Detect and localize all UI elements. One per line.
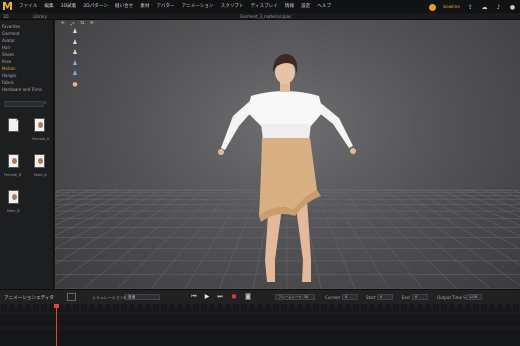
start-label: Start <box>366 295 376 300</box>
menu-settings[interactable]: 設定 <box>301 3 310 11</box>
category-avatar[interactable]: Avatar <box>2 37 52 44</box>
file-thumbnail-male-b[interactable] <box>8 190 19 204</box>
go-to-start-icon[interactable]: ⏮ <box>190 293 198 301</box>
move-tool-icon[interactable]: ✛ <box>61 21 65 27</box>
file-label-male-a: Male_A <box>34 173 47 177</box>
user-name[interactable]: bowline <box>443 5 460 10</box>
timeline-ruler <box>0 304 520 329</box>
category-hanger[interactable]: Hanger <box>2 72 52 79</box>
start-field[interactable]: 0 <box>377 294 393 300</box>
frame-rate-select[interactable]: フレームレート: 30 <box>275 294 315 300</box>
current-field[interactable]: 0 <box>342 294 358 300</box>
category-list: Favorites Garment Avatar Hair Shoes Pose… <box>2 23 52 93</box>
search-icon[interactable]: ⌕ <box>44 100 47 106</box>
library-search-input[interactable] <box>4 101 44 107</box>
menu-help[interactable]: ヘルプ <box>317 3 331 11</box>
category-pose[interactable]: Pose <box>2 58 52 65</box>
menu-2d-pattern[interactable]: 2Dパターン <box>83 3 108 11</box>
simulation-quality-select[interactable]: 普通 <box>125 294 160 300</box>
menu-display[interactable]: ディスプレイ <box>251 3 278 11</box>
library-label[interactable]: Library <box>33 14 47 19</box>
time-step-field[interactable]: 1.00 <box>466 294 482 300</box>
display-tool-strip: ♟ ♟ ♟ ♟ ♟ ● <box>71 28 81 88</box>
category-motion[interactable]: Motion <box>2 65 52 72</box>
xray-icon[interactable]: ♟ <box>71 70 79 78</box>
speaker-icon[interactable]: ♪ <box>495 4 502 11</box>
category-favorites[interactable]: Favorites <box>2 23 52 30</box>
skin-display-icon[interactable]: ● <box>71 81 79 89</box>
menu-sewing[interactable]: 縫い合せ <box>115 3 133 11</box>
menu-file[interactable]: ファイル <box>19 3 37 11</box>
timeline[interactable] <box>0 304 520 346</box>
3d-viewport[interactable]: ✛ ⤢ ⇆ ⟳ <box>55 20 520 289</box>
category-shoes[interactable]: Shoes <box>2 51 52 58</box>
main-menu: ファイル 編集 3D試着 2Dパターン 縫い合せ 素材 アバター アニメーション… <box>19 3 331 11</box>
rotate-tool-icon[interactable]: ⟳ <box>90 21 94 27</box>
file-label-female-b: Female_B <box>4 173 22 177</box>
sub-bar: 3D Library Garment_3_material.zpac <box>0 13 520 20</box>
camera-icon[interactable]: ◙ <box>244 293 252 301</box>
category-fabric[interactable]: Fabric <box>2 79 52 86</box>
avatar-display-icon[interactable]: ♟ <box>71 28 79 36</box>
go-to-end-icon[interactable]: ⏭ <box>216 293 224 301</box>
user-icon[interactable]: ● <box>509 4 516 11</box>
animation-editor-header: アニメーションエディタ シミュレーション精度 普通 ⏮ ▶ ⏭ ● ◙ フレーム… <box>0 289 520 304</box>
menu-animation[interactable]: アニメーション <box>182 3 214 11</box>
file-label-male-b: Male_B <box>7 209 20 213</box>
file-title: Garment_3_material.zpac <box>240 14 292 19</box>
menu-avatar[interactable]: アバター <box>156 3 174 11</box>
category-hair[interactable]: Hair <box>2 44 52 51</box>
cloud-icon[interactable]: ☁ <box>481 4 488 11</box>
file-thumbnail-male-a[interactable] <box>34 154 45 168</box>
user-area: bowline ⇪ ☁ ♪ ● <box>429 2 516 12</box>
category-hardware-trims[interactable]: Hardware and Trims <box>2 86 52 93</box>
library-panel: Favorites Garment Avatar Hair Shoes Pose… <box>0 20 54 290</box>
menu-3d-garment[interactable]: 3D試着 <box>61 3 77 11</box>
record-settings-icon[interactable] <box>67 293 76 301</box>
file-thumbnail-female-b[interactable] <box>8 154 19 168</box>
record-icon[interactable]: ● <box>230 293 238 301</box>
menu-script[interactable]: スクリプト <box>221 3 244 11</box>
view-mode-label[interactable]: 3D <box>3 14 9 19</box>
flip-tool-icon[interactable]: ⇆ <box>80 21 84 27</box>
current-label: Current <box>325 295 341 300</box>
menu-info[interactable]: 情報 <box>285 3 294 11</box>
menu-bar: M ファイル 編集 3D試着 2Dパターン 縫い合せ 素材 アバター アニメーシ… <box>0 0 520 13</box>
play-icon[interactable]: ▶ <box>203 293 211 301</box>
scale-tool-icon[interactable]: ⤢ <box>71 21 75 27</box>
garment-display-icon[interactable]: ♟ <box>71 39 79 47</box>
end-field[interactable]: 0 <box>412 294 428 300</box>
category-garment[interactable]: Garment <box>2 30 52 37</box>
animation-editor-title: アニメーションエディタ <box>4 296 55 301</box>
menu-edit[interactable]: 編集 <box>44 3 53 11</box>
stress-map-icon[interactable]: ♟ <box>71 60 79 68</box>
floor-grid <box>55 54 520 289</box>
file-thumbnail-female-a[interactable] <box>34 118 45 132</box>
file-label-female-a: Female_A <box>32 137 50 141</box>
share-icon[interactable]: ⇪ <box>467 4 474 11</box>
texture-display-icon[interactable]: ♟ <box>71 49 79 57</box>
end-label: End <box>402 295 410 300</box>
playhead[interactable] <box>56 304 57 346</box>
menu-materials[interactable]: 素材 <box>140 3 149 11</box>
app-logo: M <box>2 0 13 13</box>
avatar[interactable] <box>429 3 437 11</box>
viewport-toolbar: ✛ ⤢ ⇆ ⟳ <box>61 21 94 27</box>
file-thumbnail-blank[interactable] <box>8 118 19 132</box>
